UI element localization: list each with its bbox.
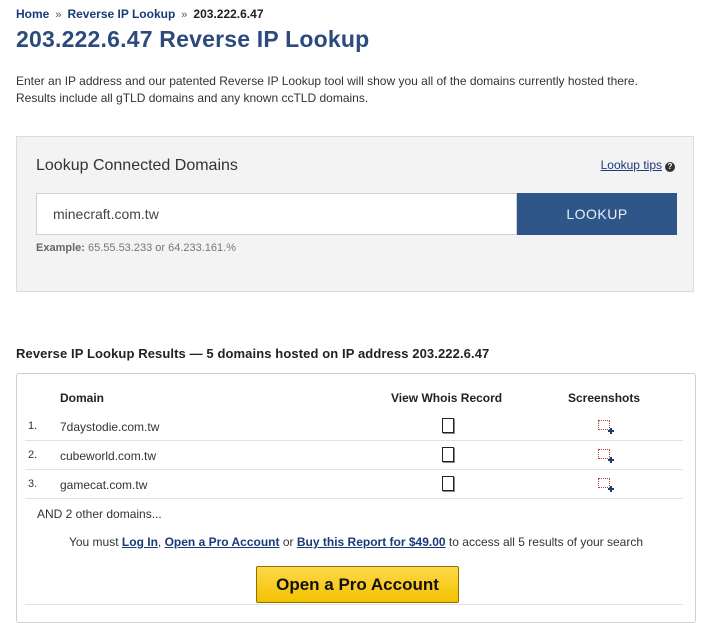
row-number: 1. xyxy=(28,420,38,432)
login-link[interactable]: Log In xyxy=(122,535,158,549)
pro-line-or: or xyxy=(282,535,294,549)
pro-access-message: You must Log In, Open a Pro Account or B… xyxy=(17,535,695,549)
breadcrumb-separator: » xyxy=(55,9,62,21)
document-icon[interactable] xyxy=(442,418,454,433)
lookup-panel: Lookup Connected Domains Lookup tips? LO… xyxy=(16,136,694,292)
lookup-button[interactable]: LOOKUP xyxy=(517,193,677,235)
row-number: 3. xyxy=(28,478,38,490)
intro-line-2: Results include all gTLD domains and any… xyxy=(16,91,369,105)
lookup-tips: Lookup tips? xyxy=(601,158,675,172)
row-domain: cubeworld.com.tw xyxy=(60,449,157,463)
results-heading: Reverse IP Lookup Results — 5 domains ho… xyxy=(16,346,490,361)
results-panel: Domain View Whois Record Screenshots 1. … xyxy=(16,373,696,623)
column-header-whois: View Whois Record xyxy=(391,391,503,405)
breadcrumb-reverse-ip-link[interactable]: Reverse IP Lookup xyxy=(67,7,175,21)
divider xyxy=(25,604,683,605)
lookup-example: Example: 65.55.53.233 or 64.233.161.% xyxy=(36,242,236,254)
table-row: 2. cubeworld.com.tw xyxy=(25,441,683,470)
pro-line-suffix: to access all 5 results of your search xyxy=(448,535,644,549)
table-row: 1. 7daystodie.com.tw xyxy=(25,412,683,441)
lookup-tips-link[interactable]: Lookup tips xyxy=(601,158,662,172)
breadcrumb-current: 203.222.6.47 xyxy=(193,7,264,21)
other-domains-note: AND 2 other domains... xyxy=(37,507,162,521)
breadcrumb-separator: » xyxy=(181,9,188,21)
breadcrumb: Home » Reverse IP Lookup » 203.222.6.47 xyxy=(16,7,264,21)
screenshot-icon[interactable] xyxy=(598,478,614,492)
open-pro-account-button[interactable]: Open a Pro Account xyxy=(256,566,459,603)
lookup-title: Lookup Connected Domains xyxy=(36,157,238,174)
screenshot-icon[interactable] xyxy=(598,449,614,463)
help-icon[interactable]: ? xyxy=(665,162,675,172)
row-domain: 7daystodie.com.tw xyxy=(60,420,160,434)
example-text: 65.55.53.233 or 64.233.161.% xyxy=(87,242,236,254)
column-header-domain: Domain xyxy=(60,391,105,405)
row-number: 2. xyxy=(28,449,38,461)
intro-line-1: Enter an IP address and our patented Rev… xyxy=(16,74,638,88)
table-row: 3. gamecat.com.tw xyxy=(25,470,683,499)
intro-text: Enter an IP address and our patented Rev… xyxy=(16,73,696,107)
screenshot-icon[interactable] xyxy=(598,420,614,434)
lookup-input[interactable] xyxy=(36,193,517,235)
row-domain: gamecat.com.tw xyxy=(60,478,148,492)
buy-report-link[interactable]: Buy this Report for $49.00 xyxy=(297,535,446,549)
example-label: Example: xyxy=(36,242,85,254)
document-icon[interactable] xyxy=(442,476,454,491)
open-pro-account-link[interactable]: Open a Pro Account xyxy=(165,535,280,549)
page-title: 203.222.6.47 Reverse IP Lookup xyxy=(16,26,370,52)
document-icon[interactable] xyxy=(442,447,454,462)
pro-line-comma: , xyxy=(157,535,162,549)
breadcrumb-home-link[interactable]: Home xyxy=(16,7,49,21)
column-header-screenshots: Screenshots xyxy=(568,391,641,405)
pro-line-prefix: You must xyxy=(68,535,119,549)
